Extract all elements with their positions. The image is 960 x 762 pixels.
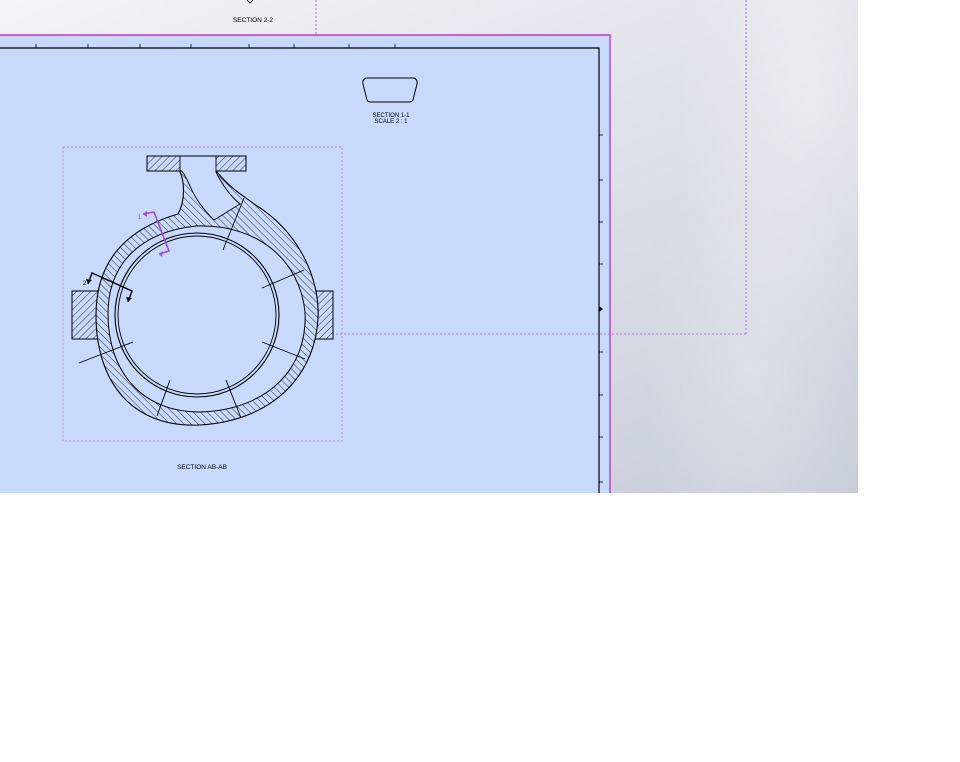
blank-area (0, 493, 960, 762)
section-1-1-profile (362, 77, 418, 103)
section-ab-ab-label: SECTION AB-AB (177, 464, 227, 471)
section-2-2-fragment (246, 0, 254, 4)
impeller-bore-outer (114, 232, 280, 398)
section-1-1-scale: SCALE 2 : 1 (374, 119, 408, 125)
drawing-canvas[interactable]: SECTION 2-2 SECTION 1-1 SCALE 2: 1 1 2 … (0, 0, 858, 493)
section-2-2-view[interactable]: SECTION 2-2 (233, 0, 273, 24)
graphics-area[interactable]: SECTION 2-2 SECTION 1-1 SCALE 2: 1 1 2 … (0, 0, 858, 493)
section-2-2-label: SECTION 2-2 (233, 17, 273, 24)
